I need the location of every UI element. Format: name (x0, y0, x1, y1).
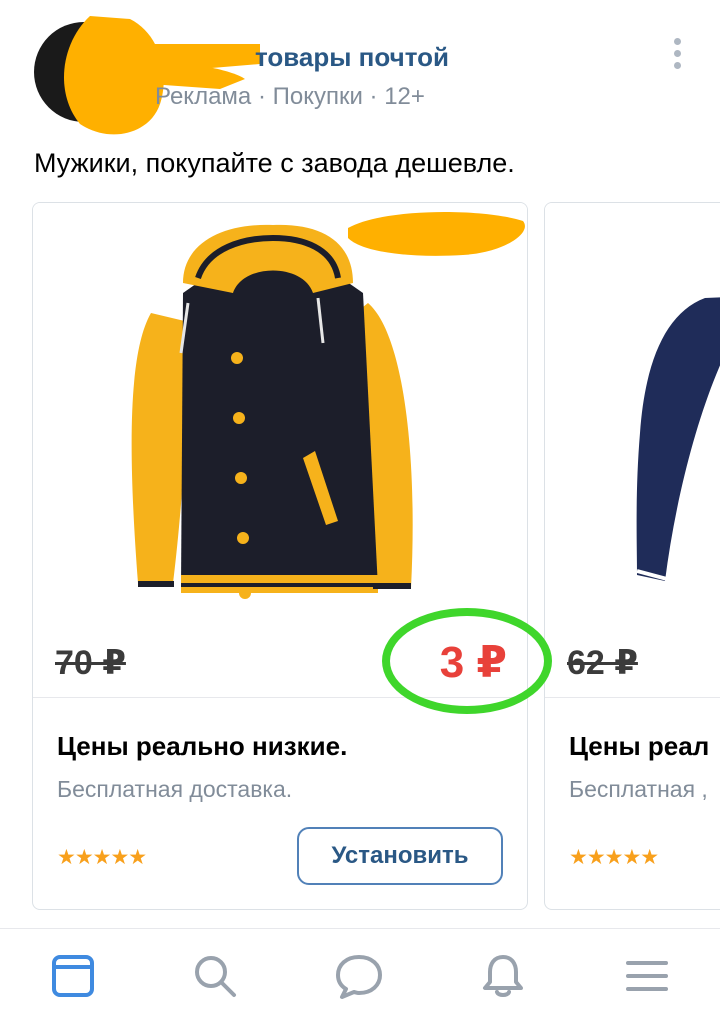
redaction-scribble (63, 16, 260, 135)
card-subtitle: Бесплатная доставка. (57, 776, 293, 802)
post-meta: Реклама · Покупки · 12+ (155, 83, 425, 110)
post-header: товары почтой Реклама · Покупки · 12+ (0, 0, 720, 140)
ad-carousel[interactable]: 70 ₽ 3 ₽ Цены реально низкие. Бесплатная… (0, 200, 720, 912)
product-card[interactable]: 62 ₽ Цены реал Бесплатная , ★★★★★ (544, 202, 720, 910)
notifications-bell-icon[interactable] (478, 951, 528, 1001)
product-card[interactable]: 70 ₽ 3 ₽ Цены реально низкие. Бесплатная… (32, 202, 528, 910)
longsleeve-illustration (636, 297, 720, 581)
menu-icon[interactable] (622, 951, 672, 1001)
post-author-name[interactable]: товары почтой (255, 42, 449, 73)
more-options-icon[interactable] (668, 38, 686, 78)
post-text: Мужики, покупайте с завода дешевле. (34, 148, 515, 178)
card-title: Цены реал (569, 731, 710, 761)
price-highlight-circle (382, 608, 552, 714)
bottom-tab-bar (0, 928, 720, 1025)
old-price: 70 ₽ (55, 644, 126, 682)
rating-stars: ★★★★★ (569, 846, 659, 869)
rating-stars: ★★★★★ (57, 846, 147, 869)
messages-icon[interactable] (334, 951, 384, 1001)
card-title: Цены реально низкие. (57, 731, 348, 761)
news-feed-icon[interactable] (48, 951, 98, 1001)
redaction-scribble (348, 211, 525, 256)
install-button[interactable]: Установить (297, 827, 503, 885)
card-divider (545, 697, 720, 698)
product-image-longsleeve[interactable]: 62 ₽ (545, 203, 720, 697)
old-price: 62 ₽ (567, 644, 638, 682)
search-icon[interactable] (190, 951, 240, 1001)
card-subtitle: Бесплатная , (569, 776, 708, 802)
